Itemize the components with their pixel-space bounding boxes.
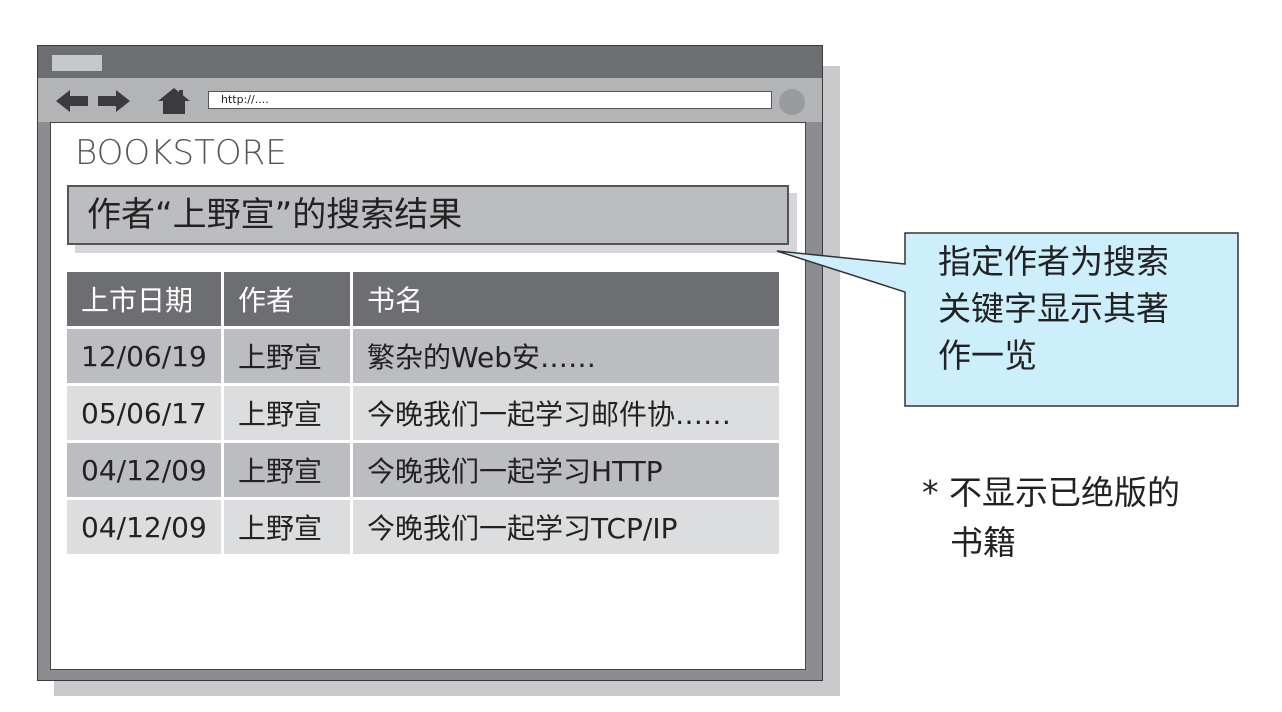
callout-line: 指定作者为搜索	[938, 242, 1169, 281]
callout-text: 指定作者为搜索 关键字显示其著 作一览	[908, 238, 1228, 379]
callout-line: 关键字显示其著	[938, 289, 1169, 328]
footnote-line: 书籍	[950, 523, 1016, 562]
footnote-line: * 不显示已绝版的	[922, 473, 1180, 512]
callout-line: 作一览	[938, 336, 1037, 375]
footnote: * 不显示已绝版的 书籍	[922, 468, 1252, 568]
